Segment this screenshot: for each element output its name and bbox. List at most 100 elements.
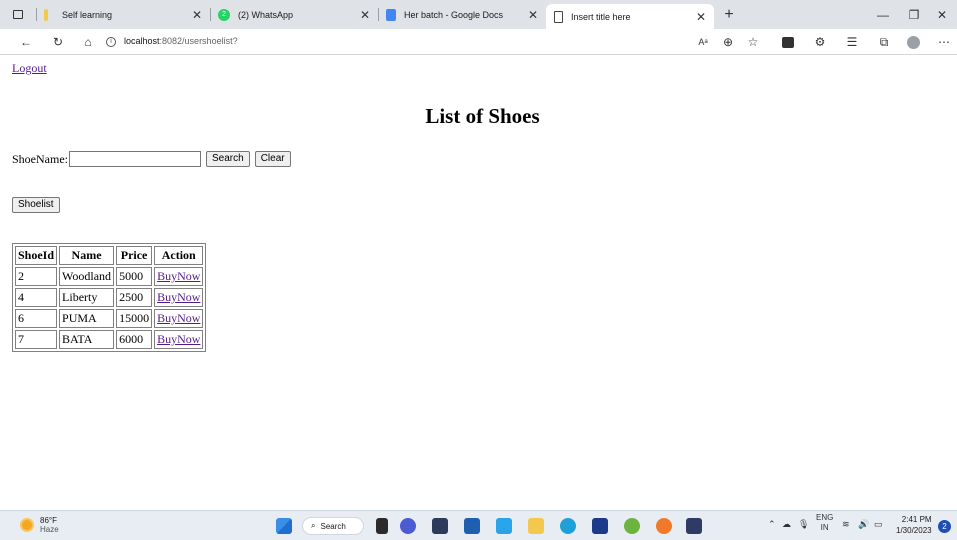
tab-title: (2) WhatsApp xyxy=(238,9,294,20)
shoe-name-cell: Woodland xyxy=(59,267,115,286)
system-clock[interactable]: 2:41 PM 1/30/2023 xyxy=(896,514,932,536)
spring-tool-icon[interactable] xyxy=(624,518,640,534)
shoe-price-cell: 2500 xyxy=(116,288,153,307)
input-language-indicator[interactable]: ENG IN xyxy=(816,513,833,533)
taskbar-search-box[interactable]: ⌕ Search xyxy=(302,517,364,535)
table-row: 2 Woodland 5000 BuyNow xyxy=(15,267,204,286)
edge-browser-icon[interactable] xyxy=(560,518,576,534)
mail-icon[interactable] xyxy=(464,518,480,534)
shoe-name-cell: PUMA xyxy=(59,309,115,328)
page-icon xyxy=(554,10,563,23)
shoe-name-label: ShoeName: xyxy=(12,151,68,166)
browser-tab-strip: Self learning ✕ 2 (2) WhatsApp ✕ Her bat… xyxy=(0,0,957,29)
file-explorer-icon[interactable] xyxy=(528,518,544,534)
shoe-table: ShoeId Name Price Action 2 Woodland 5000… xyxy=(12,243,207,352)
url-path: :8082/usershoelist? xyxy=(159,36,238,46)
clear-button[interactable]: Clear xyxy=(254,151,291,167)
site-info-icon[interactable]: i xyxy=(106,37,116,47)
search-button[interactable]: Search xyxy=(206,151,250,167)
shoe-price-cell: 15000 xyxy=(116,309,153,328)
shoe-name-cell: BATA xyxy=(59,330,115,349)
start-windows-icon[interactable] xyxy=(276,518,292,534)
chat-icon[interactable] xyxy=(400,518,416,534)
shoe-id-cell: 2 xyxy=(15,267,58,286)
show-hidden-icons-icon[interactable]: ⌃ xyxy=(768,519,776,530)
tab-title: Her batch - Google Docs xyxy=(404,9,504,20)
shoelist-button[interactable]: Shoelist xyxy=(12,197,60,213)
vscode-icon[interactable] xyxy=(592,518,608,534)
store-icon[interactable] xyxy=(496,518,512,534)
url-host: localhost xyxy=(124,36,160,46)
refresh-icon[interactable]: ↻ xyxy=(50,34,66,50)
home-icon[interactable]: ⌂ xyxy=(80,34,96,50)
close-tab-icon[interactable]: ✕ xyxy=(526,8,540,22)
back-arrow-icon[interactable]: ← xyxy=(18,34,34,50)
search-icon: ⌕ xyxy=(311,521,316,530)
close-tab-icon[interactable]: ✕ xyxy=(694,10,708,24)
favorites-icon[interactable]: ☰ xyxy=(844,34,860,50)
region-code: IN xyxy=(820,523,829,532)
shoe-price-cell: 5000 xyxy=(116,267,153,286)
notification-badge[interactable]: 2 xyxy=(938,520,951,533)
tab-google-docs[interactable]: Her batch - Google Docs ✕ xyxy=(378,0,546,29)
close-tab-icon[interactable]: ✕ xyxy=(358,8,372,22)
profile-avatar-icon[interactable] xyxy=(905,34,921,50)
table-header-row: ShoeId Name Price Action xyxy=(15,246,204,265)
microphone-icon[interactable]: 🎙 xyxy=(798,519,809,530)
weather-sun-icon xyxy=(20,518,34,532)
tab-insert-title[interactable]: Insert title here ✕ xyxy=(546,4,714,29)
task-view-icon[interactable] xyxy=(376,518,388,534)
shoe-id-cell: 6 xyxy=(15,309,58,328)
action-cell: BuyNow xyxy=(154,330,204,349)
address-bar[interactable]: localhost:8082/usershoelist? xyxy=(124,36,238,46)
shoe-name-cell: Liberty xyxy=(59,288,115,307)
shoe-price-cell: 6000 xyxy=(116,330,153,349)
shoe-id-cell: 7 xyxy=(15,330,58,349)
action-cell: BuyNow xyxy=(154,267,204,286)
buy-now-link[interactable]: BuyNow xyxy=(157,290,200,304)
clock-time: 2:41 PM xyxy=(901,515,932,524)
column-header-price: Price xyxy=(116,246,153,265)
extensions-puzzle-icon[interactable]: ⚙ xyxy=(812,34,828,50)
close-tab-icon[interactable]: ✕ xyxy=(190,8,204,22)
shoe-id-cell: 4 xyxy=(15,288,58,307)
volume-icon[interactable]: 🔊 xyxy=(858,519,869,530)
windows-taskbar: 86°F Haze ⌕ Search ⌃ ☁ 🎙 ENG IN ≋ 🔊 ▭ 2:… xyxy=(0,510,957,540)
onedrive-cloud-icon[interactable]: ☁ xyxy=(782,519,791,530)
wifi-icon[interactable]: ≋ xyxy=(842,519,850,530)
more-menu-icon[interactable]: ⋯ xyxy=(936,34,952,50)
logout-link[interactable]: Logout xyxy=(12,61,47,76)
eclipse-ide-icon[interactable] xyxy=(686,518,702,534)
tab-self-learning[interactable]: Self learning ✕ xyxy=(36,0,210,29)
tab-title: Self learning xyxy=(62,9,113,20)
tab-whatsapp[interactable]: 2 (2) WhatsApp ✕ xyxy=(210,0,378,29)
weather-desc: Haze xyxy=(40,525,59,534)
table-row: 6 PUMA 15000 BuyNow xyxy=(15,309,204,328)
shoe-name-input[interactable] xyxy=(69,151,201,167)
page-title: List of Shoes xyxy=(425,104,540,128)
postman-icon[interactable] xyxy=(656,518,672,534)
weather-widget[interactable]: 86°F Haze xyxy=(20,516,59,534)
new-tab-icon[interactable]: + xyxy=(718,6,740,24)
table-row: 4 Liberty 2500 BuyNow xyxy=(15,288,204,307)
weather-temp: 86°F xyxy=(40,516,57,525)
buy-now-link[interactable]: BuyNow xyxy=(157,332,200,346)
extension-icon[interactable] xyxy=(780,34,796,50)
collections-icon[interactable]: ⧉ xyxy=(876,34,892,50)
buy-now-link[interactable]: BuyNow xyxy=(157,269,200,283)
battery-icon[interactable]: ▭ xyxy=(874,519,883,530)
favorite-star-icon[interactable]: ☆ xyxy=(745,34,761,50)
buy-now-link[interactable]: BuyNow xyxy=(157,311,200,325)
docs-icon xyxy=(386,8,396,21)
column-header-action: Action xyxy=(154,246,204,265)
column-header-shoe-id: ShoeId xyxy=(15,246,58,265)
clock-date: 1/30/2023 xyxy=(896,526,932,535)
tab-actions-icon[interactable] xyxy=(0,0,36,29)
action-cell: BuyNow xyxy=(154,309,204,328)
tab-title: Insert title here xyxy=(571,11,631,22)
close-window-icon[interactable]: ✕ xyxy=(927,0,957,29)
read-aloud-icon[interactable]: Aᵃ xyxy=(695,34,711,50)
search-form: ShoeName: Search Clear xyxy=(12,151,296,167)
calculator-icon[interactable] xyxy=(432,518,448,534)
zoom-icon[interactable]: ⊕ xyxy=(720,34,736,50)
